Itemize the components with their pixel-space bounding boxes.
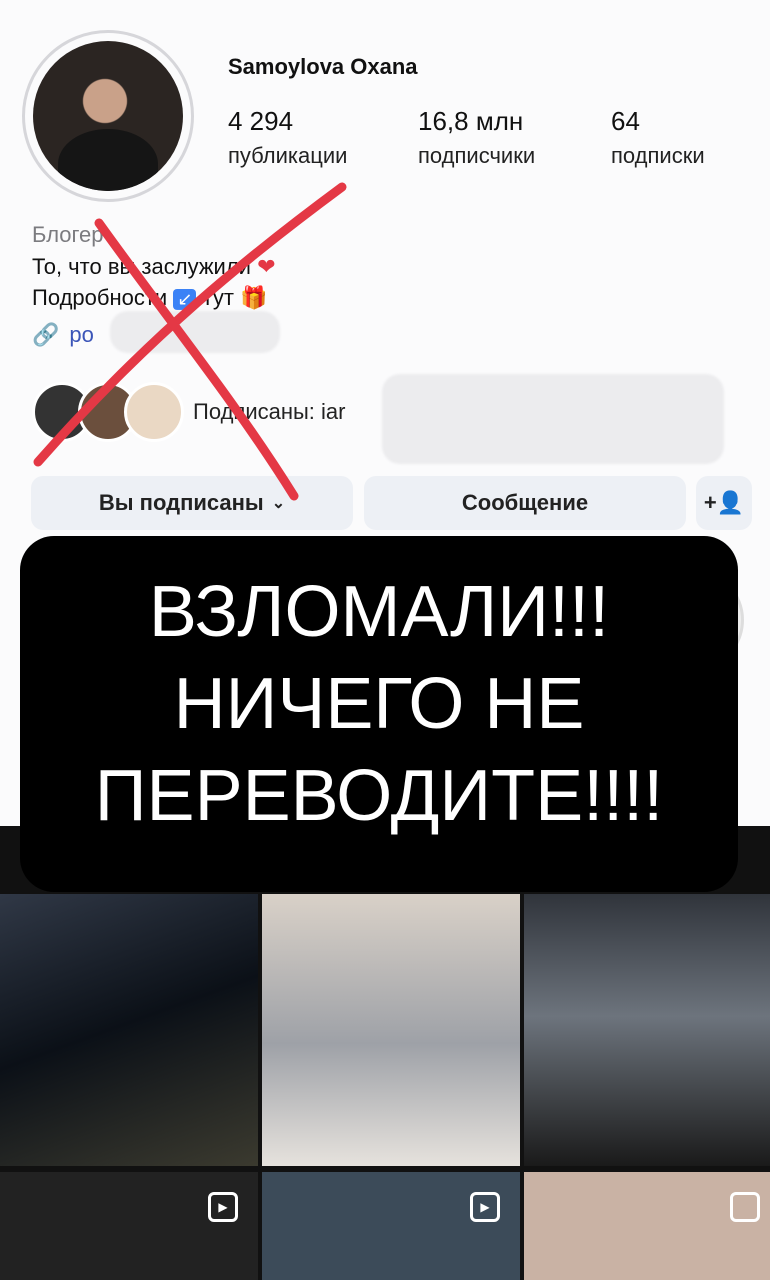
post-tile-2[interactable]: [262, 894, 520, 1166]
mutual-avatar-3: [124, 382, 184, 442]
heart-icon: ❤: [257, 254, 276, 279]
warning-line-1: ВЗЛОМАЛИ!!!: [148, 572, 610, 652]
blurred-followers: [382, 374, 724, 464]
following-stat[interactable]: 64 подписки: [611, 106, 705, 169]
blurred-link: [110, 311, 280, 353]
following-count: 64: [611, 106, 640, 136]
chevron-down-icon: ⌄: [271, 495, 286, 512]
bio-line-2-tail: тут: [202, 285, 234, 310]
following-label: подписки: [611, 143, 705, 168]
instagram-profile-screenshot: Samoylova Oxana 4 294 публикации 16,8 мл…: [0, 0, 770, 1280]
bio-line-2: Подробности ↙ тут 🎁: [32, 285, 268, 311]
avatar-image: [33, 41, 183, 191]
post-tile-5[interactable]: ▶: [262, 1172, 520, 1280]
followers-label: подписчики: [418, 143, 536, 168]
posts-label: публикации: [228, 143, 348, 168]
profile-avatar[interactable]: [22, 30, 194, 202]
profile-link-text: ро: [69, 322, 94, 347]
bio-line-2-text: Подробности: [32, 285, 168, 310]
posts-stat[interactable]: 4 294 публикации: [228, 106, 347, 169]
reel-icon: ▶: [208, 1192, 238, 1222]
post-tile-3[interactable]: [524, 894, 770, 1166]
add-person-icon: +👤: [703, 490, 745, 515]
following-button-label: Вы подписаны: [98, 490, 264, 515]
mutual-followers[interactable]: [32, 382, 184, 442]
link-icon: 🔗: [32, 322, 60, 347]
carousel-icon: [730, 1192, 760, 1222]
posts-count: 4 294: [228, 106, 294, 136]
bio-category: Блогер: [32, 222, 104, 247]
post-tile-1[interactable]: [0, 894, 258, 1166]
message-button-label: Сообщение: [461, 490, 589, 515]
posts-grid: ▶ ▶: [0, 826, 770, 1280]
post-tile-6[interactable]: [524, 1172, 770, 1280]
followers-count: 16,8 млн: [418, 106, 524, 136]
profile-link[interactable]: 🔗 ро: [32, 322, 94, 348]
gift-icon: 🎁: [240, 285, 268, 310]
warning-line-2: НИЧЕГО НЕ: [173, 664, 585, 744]
add-person-button[interactable]: +👤: [696, 476, 752, 530]
message-button[interactable]: Сообщение: [364, 476, 686, 530]
warning-overlay: ВЗЛОМАЛИ!!! НИЧЕГО НЕ ПЕРЕВОДИТЕ!!!!: [20, 536, 738, 892]
followed-by-text: Подписаны: iar: [193, 399, 346, 424]
profile-name: Samoylova Oxana: [228, 54, 418, 79]
post-tile-4[interactable]: ▶: [0, 1172, 258, 1280]
reel-icon: ▶: [470, 1192, 500, 1222]
followers-stat[interactable]: 16,8 млн подписчики: [418, 106, 535, 169]
bio-line-1: То, что вы заслужили ❤: [32, 254, 276, 280]
bio-line-1-text: То, что вы заслужили: [32, 254, 251, 279]
following-button[interactable]: Вы подписаны ⌄: [31, 476, 353, 530]
warning-line-3: ПЕРЕВОДИТЕ!!!!: [94, 756, 664, 836]
arrow-icon: ↙: [173, 289, 197, 310]
